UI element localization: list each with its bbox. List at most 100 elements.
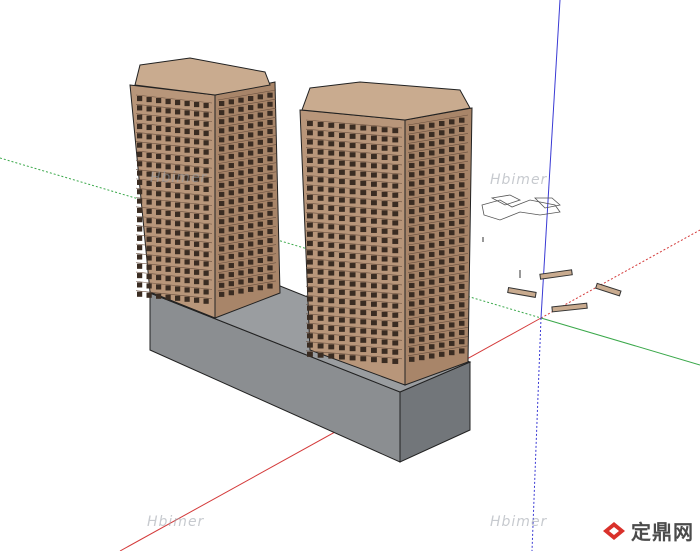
window bbox=[175, 137, 181, 143]
window bbox=[429, 159, 435, 165]
window bbox=[267, 201, 273, 207]
window bbox=[203, 233, 209, 239]
window bbox=[317, 223, 324, 229]
window bbox=[349, 336, 356, 342]
green-axis-solid bbox=[540, 317, 700, 366]
window bbox=[449, 322, 455, 328]
window bbox=[381, 357, 388, 364]
window bbox=[165, 285, 171, 291]
window bbox=[339, 123, 345, 129]
window bbox=[175, 239, 181, 245]
window bbox=[194, 260, 200, 266]
window bbox=[184, 250, 190, 256]
window bbox=[307, 296, 313, 302]
window bbox=[203, 112, 209, 118]
window bbox=[203, 298, 209, 304]
window bbox=[409, 246, 415, 252]
window bbox=[429, 187, 435, 193]
window bbox=[137, 226, 143, 232]
window bbox=[349, 216, 356, 222]
window bbox=[219, 191, 225, 197]
watermark-text: Hbimer bbox=[490, 514, 548, 530]
window bbox=[238, 252, 244, 258]
window bbox=[146, 264, 152, 270]
window bbox=[409, 135, 415, 141]
window bbox=[449, 211, 455, 217]
window bbox=[307, 213, 313, 219]
window bbox=[419, 336, 425, 342]
window bbox=[307, 287, 313, 293]
window bbox=[371, 237, 377, 243]
window bbox=[137, 114, 143, 120]
window bbox=[156, 116, 162, 122]
window bbox=[459, 173, 465, 179]
window bbox=[257, 185, 263, 191]
3d-model-scene[interactable] bbox=[0, 0, 700, 551]
window bbox=[317, 232, 324, 238]
window bbox=[156, 209, 162, 215]
window bbox=[219, 219, 225, 225]
window bbox=[248, 196, 254, 201]
window bbox=[175, 230, 181, 236]
window bbox=[429, 270, 435, 276]
window bbox=[328, 325, 335, 331]
window bbox=[137, 151, 143, 158]
window bbox=[228, 99, 234, 105]
window bbox=[459, 348, 465, 354]
small-components[interactable] bbox=[482, 237, 622, 313]
window bbox=[459, 302, 465, 308]
window bbox=[165, 266, 171, 272]
window bbox=[219, 146, 225, 152]
window bbox=[307, 277, 313, 283]
window bbox=[184, 110, 190, 116]
window bbox=[419, 124, 425, 130]
window bbox=[317, 278, 324, 284]
window bbox=[371, 227, 377, 233]
window bbox=[257, 139, 263, 145]
window bbox=[203, 121, 209, 127]
window bbox=[349, 198, 356, 204]
window bbox=[419, 308, 425, 315]
watermark-text: Hbimer bbox=[147, 514, 205, 530]
window bbox=[184, 128, 190, 135]
window bbox=[429, 224, 435, 230]
window bbox=[419, 262, 425, 268]
window bbox=[328, 270, 335, 276]
window bbox=[257, 103, 263, 109]
window bbox=[307, 139, 313, 145]
window bbox=[238, 161, 244, 167]
window bbox=[184, 268, 190, 274]
window bbox=[392, 303, 399, 309]
window bbox=[392, 146, 399, 152]
window bbox=[360, 291, 367, 297]
window bbox=[219, 228, 225, 234]
window bbox=[328, 261, 335, 267]
window bbox=[360, 282, 367, 288]
window bbox=[429, 205, 435, 211]
window bbox=[175, 155, 181, 162]
window bbox=[429, 242, 435, 248]
window bbox=[449, 294, 455, 300]
sketchup-viewport[interactable]: Hbimer Hbimer Hbimer Hbimer 定鼎网 bbox=[0, 0, 700, 551]
window bbox=[146, 115, 152, 121]
window bbox=[228, 153, 234, 159]
window bbox=[381, 284, 388, 290]
window bbox=[156, 237, 162, 243]
window bbox=[419, 281, 425, 287]
window bbox=[238, 279, 244, 285]
window bbox=[360, 346, 367, 353]
window bbox=[137, 189, 143, 195]
window bbox=[156, 98, 162, 104]
window bbox=[317, 260, 324, 266]
window bbox=[439, 157, 445, 163]
tower-left[interactable] bbox=[129, 57, 281, 319]
window bbox=[248, 277, 254, 283]
window bbox=[165, 201, 171, 207]
window bbox=[409, 153, 415, 159]
window bbox=[328, 307, 335, 313]
window bbox=[238, 106, 244, 112]
window bbox=[381, 293, 388, 299]
window bbox=[257, 157, 263, 163]
tower-right[interactable] bbox=[299, 81, 473, 386]
window bbox=[307, 157, 313, 163]
